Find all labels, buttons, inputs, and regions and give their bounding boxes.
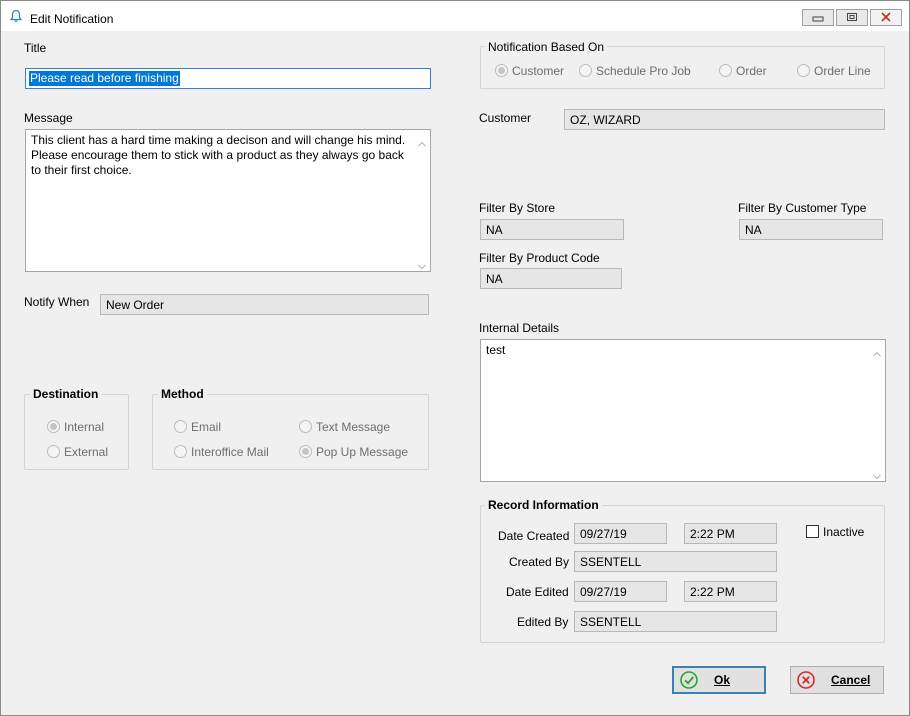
inactive-checkbox[interactable] xyxy=(806,525,819,538)
based-on-schedule-pro-job-label: Schedule Pro Job xyxy=(596,64,691,78)
edited-by-label: Edited By xyxy=(517,615,569,629)
created-by-label: Created By xyxy=(509,555,570,569)
customer-label: Customer xyxy=(479,111,532,125)
message-textarea[interactable]: This client has a hard time making a dec… xyxy=(25,129,431,272)
maximize-button[interactable] xyxy=(836,9,868,26)
based-on-customer-radio[interactable] xyxy=(495,64,508,77)
method-email-radio[interactable] xyxy=(174,420,187,433)
filter-product-code-field: NA xyxy=(480,268,622,289)
filter-product-code-label: Filter By Product Code xyxy=(479,251,600,265)
restore-icon xyxy=(846,11,858,25)
cancel-circle-icon xyxy=(797,671,815,689)
scroll-up-icon[interactable] xyxy=(873,346,881,357)
notify-when-field: New Order xyxy=(100,294,429,315)
date-edited-label: Date Edited xyxy=(506,585,569,599)
method-email-label: Email xyxy=(191,420,222,434)
minimize-button[interactable] xyxy=(802,9,834,26)
window-title: Edit Notification xyxy=(30,12,114,26)
title-label: Title xyxy=(24,41,47,55)
filter-customer-type-field: NA xyxy=(739,219,883,240)
filter-customer-type-label: Filter By Customer Type xyxy=(738,201,867,215)
destination-internal-label: Internal xyxy=(64,420,105,434)
date-created-field: 09/27/19 xyxy=(574,523,667,544)
scroll-down-icon[interactable] xyxy=(873,469,881,480)
based-on-customer-label: Customer xyxy=(512,64,565,78)
record-information-title: Record Information xyxy=(485,498,602,512)
title-input[interactable]: Please read before finishing xyxy=(25,68,431,89)
created-by-field: SSENTELL xyxy=(574,551,777,572)
message-line: This client has a hard time making a dec… xyxy=(31,133,406,147)
ok-button[interactable]: Ok xyxy=(672,666,766,694)
method-pop-up-message-radio[interactable] xyxy=(299,445,312,458)
message-line: Please encourage them to stick with a pr… xyxy=(31,148,404,162)
title-input-value: Please read before finishing xyxy=(29,71,180,86)
internal-details-label: Internal Details xyxy=(479,321,560,335)
based-on-order-radio[interactable] xyxy=(719,64,732,77)
message-scrollbar[interactable] xyxy=(414,130,430,271)
method-interoffice-mail-radio[interactable] xyxy=(174,445,187,458)
inactive-label: Inactive xyxy=(823,525,865,539)
destination-internal-radio[interactable] xyxy=(47,420,60,433)
edit-notification-window: Edit Notification Title Please read befo… xyxy=(0,0,910,716)
filter-store-label: Filter By Store xyxy=(479,201,556,215)
date-edited-field: 09/27/19 xyxy=(574,581,667,602)
close-icon xyxy=(880,11,892,25)
ok-button-label: Ok xyxy=(714,673,731,687)
internal-details-textarea[interactable]: test xyxy=(480,339,886,482)
based-on-schedule-pro-job-radio[interactable] xyxy=(579,64,592,77)
minimize-icon xyxy=(812,11,824,25)
based-on-group-title: Notification Based On xyxy=(485,40,608,54)
destination-external-label: External xyxy=(64,445,109,459)
customer-field: OZ, WIZARD xyxy=(564,109,885,130)
method-text-message-label: Text Message xyxy=(316,420,391,434)
time-created-field: 2:22 PM xyxy=(684,523,777,544)
time-edited-field: 2:22 PM xyxy=(684,581,777,602)
based-on-order-line-radio[interactable] xyxy=(797,64,810,77)
date-created-label: Date Created xyxy=(498,529,570,543)
method-pop-up-message-label: Pop Up Message xyxy=(316,445,409,459)
filter-store-field: NA xyxy=(480,219,624,240)
scroll-up-icon[interactable] xyxy=(418,136,426,147)
cancel-button-label: Cancel xyxy=(831,673,871,687)
check-circle-icon xyxy=(680,671,698,689)
based-on-order-label: Order xyxy=(736,64,767,78)
notify-when-label: Notify When xyxy=(24,295,90,309)
edited-by-field: SSENTELL xyxy=(574,611,777,632)
method-text-message-radio[interactable] xyxy=(299,420,312,433)
based-on-order-line-label: Order Line xyxy=(814,64,871,78)
method-group-title: Method xyxy=(158,387,207,401)
message-text: This client has a hard time making a dec… xyxy=(31,133,410,178)
message-line: to their first choice. xyxy=(31,163,132,177)
scroll-down-icon[interactable] xyxy=(418,259,426,270)
destination-external-radio[interactable] xyxy=(47,445,60,458)
internal-details-scrollbar[interactable] xyxy=(869,340,885,481)
internal-details-text: test xyxy=(486,343,506,357)
method-interoffice-mail-label: Interoffice Mail xyxy=(191,445,269,459)
close-button[interactable] xyxy=(870,9,902,26)
destination-group-title: Destination xyxy=(30,387,102,401)
message-label: Message xyxy=(24,111,73,125)
bell-icon xyxy=(9,9,23,23)
cancel-button[interactable]: Cancel xyxy=(790,666,884,694)
title-bar[interactable]: Edit Notification xyxy=(1,1,909,31)
